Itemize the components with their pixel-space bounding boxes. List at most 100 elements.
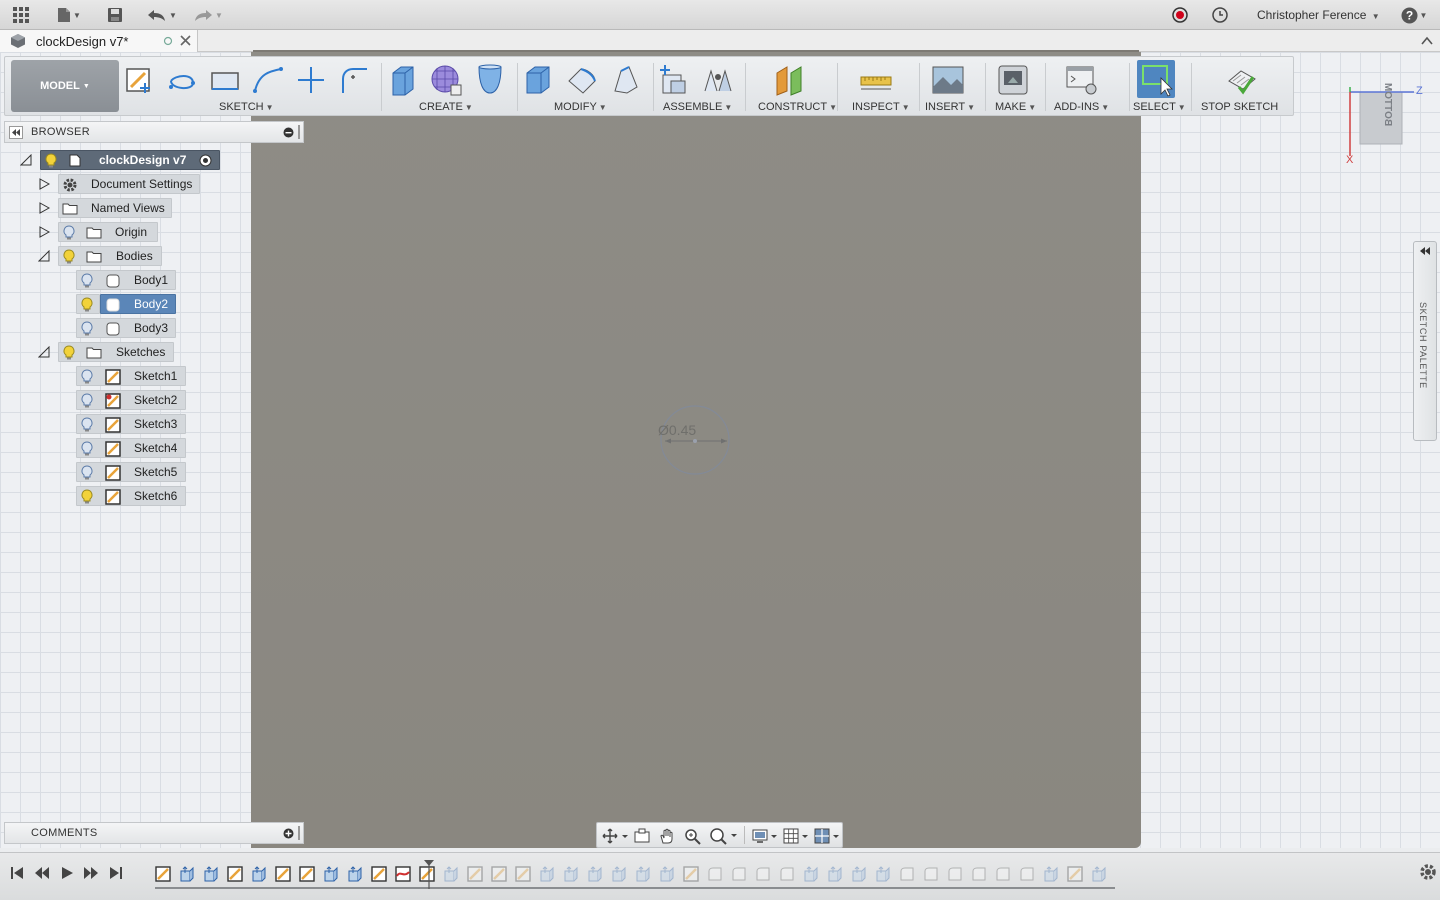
expanded-triangle-icon[interactable]	[38, 346, 50, 358]
extrude-icon[interactable]	[385, 63, 419, 97]
select-menu[interactable]: SELECT ▼	[1133, 101, 1186, 113]
tree-node[interactable]: Bodies	[58, 246, 162, 266]
line-tool-icon[interactable]	[165, 63, 199, 97]
timeline-extrude-icon[interactable]	[826, 865, 844, 883]
timeline-extrude-icon[interactable]	[178, 865, 196, 883]
timeline-extrude-icon[interactable]	[322, 865, 340, 883]
timeline-sketch-icon[interactable]	[1066, 865, 1084, 883]
tree-item-sketches[interactable]: Sketches	[0, 342, 230, 362]
3d-print-icon[interactable]	[996, 63, 1030, 97]
step-forward-icon[interactable]	[82, 865, 100, 881]
play-icon[interactable]	[58, 865, 76, 881]
timeline-sketch-icon[interactable]	[274, 865, 292, 883]
timeline-extrude-icon[interactable]	[562, 865, 580, 883]
rectangle-tool-icon[interactable]	[208, 63, 242, 97]
collapse-up-icon[interactable]	[1421, 36, 1433, 45]
timeline-fillet-icon[interactable]	[1018, 865, 1036, 883]
timeline-extrude-icon[interactable]	[394, 865, 412, 883]
tree-node[interactable]: Sketch4	[76, 438, 186, 458]
tree-item-document-settings[interactable]: Document Settings	[0, 174, 230, 194]
timeline-extrude-icon[interactable]	[1042, 865, 1060, 883]
collapsed-triangle-icon[interactable]	[38, 202, 50, 214]
display-settings-icon[interactable]	[751, 827, 779, 845]
tree-root-row[interactable]: clockDesign v7	[0, 150, 230, 170]
visibility-bulb-off-icon[interactable]	[80, 321, 94, 337]
insert-menu[interactable]: INSERT ▼	[925, 101, 975, 113]
timeline-fillet-icon[interactable]	[778, 865, 796, 883]
tree-item-sketch1[interactable]: Sketch1	[0, 366, 230, 386]
diameter-dimension[interactable]	[651, 402, 741, 482]
gear-icon[interactable]	[1418, 862, 1438, 882]
timeline-extrude-icon[interactable]	[874, 865, 892, 883]
tree-item-origin[interactable]: Origin	[0, 222, 230, 242]
revolve-icon[interactable]	[473, 63, 507, 97]
timeline-sketch-icon[interactable]	[466, 865, 484, 883]
insert-image-icon[interactable]	[931, 63, 965, 97]
timeline-extrude-icon[interactable]	[442, 865, 460, 883]
press-pull-icon[interactable]	[521, 63, 555, 97]
visibility-bulb-off-icon[interactable]	[62, 225, 76, 241]
activate-radio-icon[interactable]	[199, 154, 212, 167]
new-component-icon[interactable]	[657, 63, 691, 97]
stop-sketch-button[interactable]: STOP SKETCH	[1201, 101, 1278, 113]
timeline-extrude-icon[interactable]	[658, 865, 676, 883]
go-to-end-icon[interactable]	[107, 865, 125, 881]
point-tool-icon[interactable]	[294, 63, 328, 97]
visibility-bulb-off-icon[interactable]	[80, 417, 94, 433]
timeline-extrude-icon[interactable]	[250, 865, 268, 883]
sketch-menu[interactable]: SKETCH ▼	[219, 101, 274, 113]
timeline-fillet-icon[interactable]	[898, 865, 916, 883]
timeline-fillet-icon[interactable]	[946, 865, 964, 883]
visibility-bulb-on-icon[interactable]	[62, 249, 76, 265]
expanded-triangle-icon[interactable]	[20, 154, 32, 166]
file-menu-button[interactable]: ▼	[54, 5, 84, 25]
timeline-fillet-icon[interactable]	[994, 865, 1012, 883]
timeline-extrude-icon[interactable]	[610, 865, 628, 883]
inspect-menu[interactable]: INSPECT ▼	[852, 101, 910, 113]
timeline-fillet-icon[interactable]	[730, 865, 748, 883]
offset-plane-icon[interactable]	[773, 63, 807, 97]
tree-node[interactable]: Document Settings	[58, 174, 200, 194]
timeline-fillet-icon[interactable]	[922, 865, 940, 883]
timeline-extrude-icon[interactable]	[850, 865, 868, 883]
body-face[interactable]: Ø0.45	[251, 52, 1141, 848]
tree-node[interactable]: Sketch2	[76, 390, 186, 410]
timeline-extrude-icon[interactable]	[802, 865, 820, 883]
job-status-button[interactable]	[1210, 5, 1230, 25]
undo-button[interactable]: ▼	[144, 5, 180, 25]
select-tool-button[interactable]	[1137, 60, 1175, 98]
tree-node[interactable]: Origin	[58, 222, 158, 242]
visibility-bulb-on-icon[interactable]	[80, 297, 94, 313]
timeline-sketch-icon[interactable]	[514, 865, 532, 883]
chamfer-icon[interactable]	[609, 63, 643, 97]
visibility-bulb-off-icon[interactable]	[80, 393, 94, 409]
timeline-extrude-icon[interactable]	[586, 865, 604, 883]
tree-item-sketch2[interactable]: Sketch2	[0, 390, 230, 410]
collapsed-triangle-icon[interactable]	[38, 178, 50, 190]
tree-node-selected[interactable]: Body2	[100, 294, 176, 314]
tree-item-named-views[interactable]: Named Views	[0, 198, 230, 218]
zoom-window-icon[interactable]	[709, 827, 739, 845]
tree-node[interactable]: Sketch5	[76, 462, 186, 482]
fillet-sketch-icon[interactable]	[337, 63, 371, 97]
visibility-bulb-off-icon[interactable]	[80, 273, 94, 289]
look-at-icon[interactable]	[633, 827, 651, 845]
app-grid-icon[interactable]	[10, 5, 32, 25]
create-menu[interactable]: CREATE ▼	[419, 101, 473, 113]
timeline-sketch-icon[interactable]	[490, 865, 508, 883]
visibility-bulb-off-icon[interactable]	[80, 441, 94, 457]
browser-panel-header[interactable]: BROWSER	[4, 121, 304, 143]
tree-node[interactable]: Body1	[76, 270, 176, 290]
timeline-sketch-icon[interactable]	[682, 865, 700, 883]
modify-menu[interactable]: MODIFY ▼	[554, 101, 607, 113]
grid-settings-icon[interactable]	[782, 827, 810, 845]
panel-resize-handle[interactable]	[298, 125, 300, 139]
collapse-panel-icon[interactable]	[9, 126, 23, 139]
add-comment-icon[interactable]	[283, 828, 294, 839]
tree-node[interactable]: Sketch1	[76, 366, 186, 386]
tree-item-sketch6[interactable]: Sketch6	[0, 486, 230, 506]
comments-panel-header[interactable]: COMMENTS	[4, 822, 304, 844]
document-tab[interactable]: clockDesign v7*	[0, 30, 198, 52]
go-to-start-icon[interactable]	[8, 865, 26, 881]
make-menu[interactable]: MAKE ▼	[995, 101, 1036, 113]
